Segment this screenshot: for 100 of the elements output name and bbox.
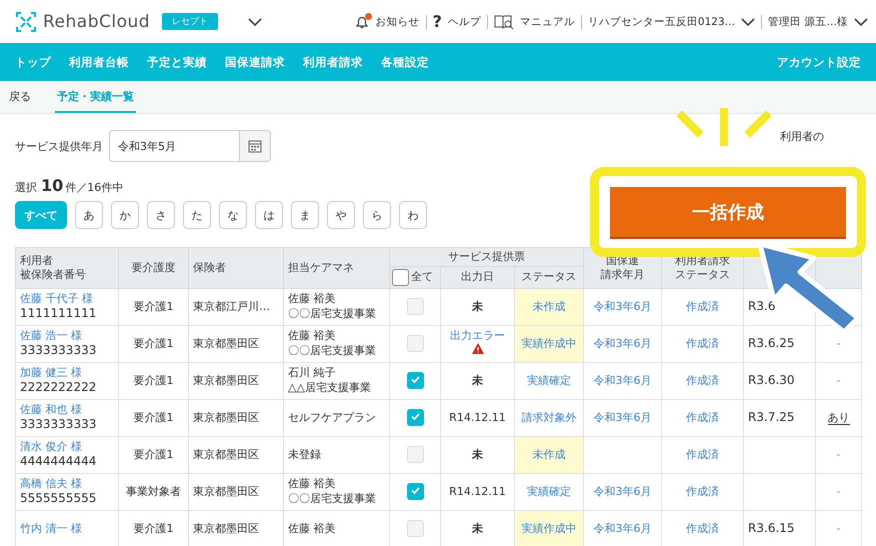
- selection-count: 選択 10 件／16件中: [15, 176, 124, 195]
- care-level: 要介護1: [134, 300, 174, 313]
- kana-filter-button[interactable]: ら: [363, 201, 391, 229]
- user-name-link[interactable]: 佐藤 和也 様: [20, 402, 114, 418]
- insured-number: 5555555555: [20, 491, 98, 507]
- kana-filter-button[interactable]: ま: [291, 201, 319, 229]
- column-header: 出力日: [440, 266, 514, 288]
- checkbox[interactable]: [406, 483, 424, 500]
- nav-item[interactable]: 利用者請求: [303, 54, 363, 70]
- header-link[interactable]: 管理田 源五…様: [768, 14, 848, 28]
- care-manager-text: 佐藤 裕美: [288, 292, 336, 307]
- care-manager-text: 未登録: [288, 448, 322, 462]
- care-level: 事業対象者: [126, 484, 181, 498]
- care-manager-text: 〇〇居宅支援事業: [288, 306, 377, 322]
- month-field[interactable]: 令和3年5月: [109, 130, 271, 162]
- care-manager-text: △△居宅支援事業: [288, 380, 372, 396]
- chevron-down-icon[interactable]: [854, 16, 868, 26]
- sub-tab[interactable]: 予定・実績一覧: [55, 81, 136, 113]
- user-name-link[interactable]: 高橋 信夫 様: [20, 476, 114, 492]
- kana-filter-button[interactable]: か: [111, 201, 139, 229]
- sub-tab[interactable]: 戻る: [7, 81, 33, 113]
- date-text: R3.6.30: [748, 372, 795, 387]
- care-level: 要介護1: [134, 336, 174, 350]
- column-header: 利用者: [20, 254, 54, 268]
- insured-number: 1111111111: [20, 306, 98, 322]
- checkbox[interactable]: [406, 409, 424, 426]
- insured-number: 4444444444: [20, 454, 98, 470]
- insurer-name: 東京都墨田区: [193, 374, 259, 387]
- kana-filter-button[interactable]: さ: [147, 201, 175, 229]
- insured-number: 3333333333: [20, 417, 98, 433]
- column-group-header: サービス提供票: [390, 248, 584, 266]
- date-text: R3.6.25: [748, 336, 795, 350]
- account-settings-link[interactable]: アカウント設定: [777, 54, 861, 70]
- kana-filter-button[interactable]: な: [219, 201, 247, 229]
- kana-filter-button[interactable]: た: [183, 201, 211, 229]
- nav-item[interactable]: 国保連請求: [225, 54, 285, 70]
- nav-item[interactable]: トップ: [15, 54, 51, 70]
- checkbox[interactable]: [406, 372, 424, 390]
- column-header: 請求年月: [600, 268, 646, 282]
- extra-link[interactable]: あり: [828, 410, 850, 425]
- care-manager-text: 佐藤 裕美: [288, 329, 336, 344]
- insurer-name: 東京都墨田区: [193, 522, 259, 535]
- kana-filter-button[interactable]: は: [255, 201, 283, 229]
- output-date: 未: [472, 374, 483, 387]
- help-icon[interactable]: ?: [432, 12, 442, 31]
- header-link[interactable]: ヘルプ: [448, 14, 481, 28]
- output-date: R14.12.11: [449, 410, 506, 424]
- care-manager-text: セルフケアプラン: [288, 410, 377, 425]
- column-header: 保険者: [193, 261, 227, 275]
- nav-item[interactable]: 各種設定: [381, 54, 429, 70]
- chevron-down-icon[interactable]: [248, 16, 262, 26]
- extra-text: -: [836, 522, 841, 535]
- user-name-link[interactable]: 加藤 健三 様: [20, 366, 114, 380]
- calendar-icon[interactable]: [248, 140, 262, 152]
- date-text: R3.6.15: [748, 520, 795, 535]
- output-date: 未: [472, 300, 483, 313]
- output-date: 未: [472, 522, 483, 535]
- extra-text: -: [836, 374, 841, 387]
- column-header: 担当ケアマネ: [288, 261, 355, 275]
- output-date: R14.12.11: [449, 484, 506, 498]
- care-manager-text: 石川 純子: [288, 366, 336, 381]
- select-all-label: 全て: [411, 270, 433, 284]
- insured-number: 3333333333: [20, 343, 98, 359]
- care-manager-text: 佐藤 裕美: [288, 522, 336, 536]
- filter-label: サービス提供年月: [15, 138, 103, 154]
- note-text: 利用者の: [780, 129, 824, 144]
- logo-text: RehabCloud: [43, 12, 150, 32]
- care-level: 要介護1: [134, 448, 174, 461]
- kana-filter-button[interactable]: すべて: [15, 201, 67, 229]
- header-link[interactable]: リハブセンター五反田0123…: [588, 14, 736, 28]
- care-manager-text: 佐藤 裕美: [288, 477, 336, 492]
- kana-filter-button[interactable]: わ: [399, 201, 427, 229]
- insurer-name: 東京都墨田区: [193, 336, 259, 350]
- extra-text: -: [836, 336, 841, 350]
- header-link[interactable]: マニュアル: [520, 14, 575, 28]
- column-header: 被保険者番号: [20, 268, 87, 282]
- insurer-name: 東京都墨田区: [193, 448, 259, 461]
- care-manager-text: 〇〇居宅支援事業: [288, 344, 377, 358]
- date-text: R3.6: [748, 298, 776, 313]
- extra-text: -: [836, 484, 841, 498]
- care-level: 要介護1: [134, 522, 174, 535]
- column-header: ステータス: [674, 268, 732, 282]
- nav-item[interactable]: 利用者台帳: [69, 54, 129, 70]
- care-manager-text: 〇〇居宅支援事業: [288, 492, 377, 506]
- bulk-create-button[interactable]: 一括作成: [610, 187, 846, 237]
- insurer-name: 東京都墨田区: [193, 410, 259, 424]
- column-header: ステータス: [514, 266, 584, 288]
- kana-filter-button[interactable]: あ: [75, 201, 103, 229]
- nav-item[interactable]: 予定と実績: [147, 54, 207, 70]
- insurer-name: 東京都江戸川…: [193, 300, 270, 313]
- chevron-down-icon[interactable]: [741, 16, 756, 26]
- output-date: 未: [472, 448, 483, 461]
- insurer-name: 東京都墨田区: [193, 484, 259, 498]
- care-level: 要介護1: [134, 410, 174, 424]
- insured-number: 2222222222: [20, 380, 98, 396]
- date-text: R3.7.25: [748, 410, 795, 424]
- checkbox[interactable]: [392, 268, 409, 286]
- kana-filter-button[interactable]: や: [327, 201, 355, 229]
- book-search-icon[interactable]: [494, 14, 514, 30]
- header-link[interactable]: お知らせ: [376, 14, 420, 28]
